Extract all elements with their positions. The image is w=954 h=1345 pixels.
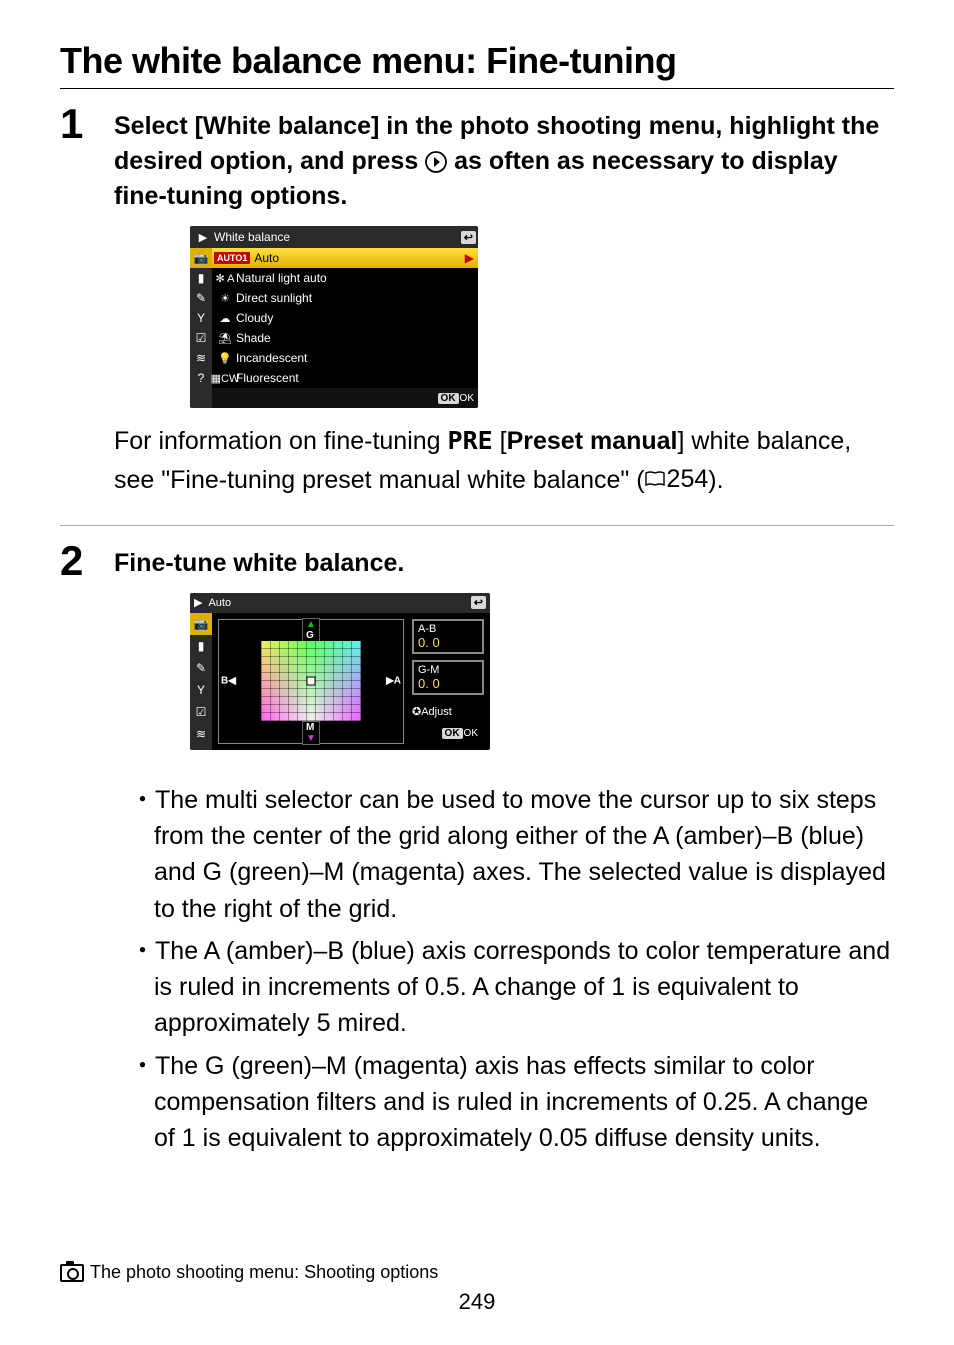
wb-item-icon: ⛱ [214, 332, 236, 345]
wb-menu-item[interactable]: 💡Incandescent [212, 348, 478, 368]
page-ref-number: 254 [667, 461, 709, 499]
step-1: 1 Select [White balance] in the photo sh… [60, 103, 894, 509]
wb-item-label: Cloudy [236, 311, 476, 325]
wb-menu-item[interactable]: ▦CWFluorescent [212, 368, 478, 388]
grid-cursor[interactable] [307, 677, 316, 686]
step-2-bullets: The multi selector can be used to move t… [60, 782, 894, 1157]
ft-grid-panel[interactable]: ▲G B◀ ▶A M▼ [218, 619, 404, 744]
step-1-heading: Select [White balance] in the photo shoo… [114, 109, 894, 214]
gm-value: 0. 0 [418, 676, 478, 691]
ab-value-box: A-B 0. 0 [412, 619, 484, 654]
wb-menu-footer: OKOK [212, 388, 478, 408]
page-number: 249 [60, 1289, 894, 1315]
bullet-item: The G (green)–M (magenta) axis has effec… [136, 1048, 894, 1157]
wb-item-icon: ▦CW [214, 372, 236, 385]
page-title: The white balance menu: Fine-tuning [60, 40, 894, 82]
menu-side-strip: 📷 ▮ ✎ Y ☑ ≋ ? [190, 248, 212, 408]
side-icon: ≋ [190, 348, 212, 368]
axis-m-label: M▼ [302, 721, 320, 745]
adjust-hint: ✪Adjust [412, 705, 484, 718]
side-icon: ✎ [190, 288, 212, 308]
wb-item-icon: ☁ [214, 312, 236, 325]
chevron-right-icon: ▶ [465, 251, 474, 265]
axis-a-label: ▶A [386, 676, 401, 687]
step-2: 2 Fine-tune white balance. ▶ Auto ↩ 📷 ▮ … [60, 540, 894, 766]
side-icon: 📷 [190, 248, 212, 268]
footer-text: The photo shooting menu: Shooting option… [90, 1262, 438, 1283]
wb-item-icon: ☀ [214, 292, 236, 305]
wb-menu-header: ▶ White balance ↩ [190, 226, 478, 248]
play-icon: ▶ [192, 231, 214, 244]
wb-menu-item[interactable]: ⛱Shade [212, 328, 478, 348]
auto1-badge: AUTO1 [214, 252, 250, 264]
wb-item-label: Shade [236, 331, 476, 345]
page-footer: The photo shooting menu: Shooting option… [60, 1262, 894, 1315]
wb-auto-label: Auto [254, 251, 464, 265]
step-2-heading: Fine-tune white balance. [114, 546, 894, 581]
wb-item-icon: 💡 [214, 352, 236, 365]
step-separator [60, 525, 894, 526]
gm-value-box: G-M 0. 0 [412, 660, 484, 695]
info-pre: For information on fine-tuning [114, 427, 448, 455]
side-icon: 📷 [190, 613, 212, 635]
side-icon: ▮ [190, 268, 212, 288]
book-icon [645, 471, 665, 487]
ok-badge-icon: OK [438, 393, 459, 404]
preset-manual-label: Preset manual [507, 427, 678, 455]
wb-item-label: Incandescent [236, 351, 476, 365]
wb-item-label: Direct sunlight [236, 291, 476, 305]
ft-values: A-B 0. 0 G-M 0. 0 ✪Adjust OKOK [412, 619, 484, 744]
ab-label: A-B [418, 623, 478, 635]
fine-tune-screenshot: ▶ Auto ↩ 📷 ▮ ✎ Y ☑ ≋ ▲G [190, 593, 490, 750]
axis-g-label: ▲G [302, 618, 320, 642]
gm-label: G-M [418, 664, 478, 676]
ft-header: ▶ Auto ↩ [190, 593, 490, 613]
ok-badge-icon: OK [442, 728, 463, 739]
axis-b-label: B◀ [221, 676, 236, 687]
pre-label: PRE [448, 426, 493, 455]
side-icon: Y [190, 679, 212, 701]
side-icon: ☑ [190, 328, 212, 348]
info-post2: ). [708, 465, 723, 493]
play-icon: ▶ [194, 596, 202, 609]
return-icon: ↩ [461, 231, 476, 244]
title-rule [60, 88, 894, 89]
wb-menu-item[interactable]: ✻ ANatural light auto [212, 268, 478, 288]
step-1-info: For information on fine-tuning PRE [Pres… [114, 422, 894, 499]
wb-item-icon: ✻ A [214, 272, 236, 285]
ok-suffix: OK [464, 728, 478, 739]
bullet-item: The A (amber)–B (blue) axis corresponds … [136, 933, 894, 1042]
wb-menu-item-auto[interactable]: AUTO1 Auto ▶ [212, 248, 478, 268]
wb-menu-screenshot: ▶ White balance ↩ 📷 ▮ ✎ Y ☑ ≋ ? [190, 226, 478, 408]
side-icon: ≋ [190, 723, 212, 745]
footer-breadcrumb: The photo shooting menu: Shooting option… [60, 1262, 894, 1283]
step-1-number: 1 [60, 103, 114, 145]
ft-title: Auto [208, 597, 231, 609]
ft-side-strip: 📷 ▮ ✎ Y ☑ ≋ [190, 613, 212, 750]
info-mid: [ [493, 427, 507, 455]
wb-menu-title: White balance [214, 230, 461, 244]
side-icon: ☑ [190, 701, 212, 723]
page-ref: 254 [645, 461, 709, 499]
wb-item-label: Natural light auto [236, 271, 476, 285]
side-icon: ? [190, 368, 212, 388]
wb-menu-item[interactable]: ☀Direct sunlight [212, 288, 478, 308]
ft-footer: OKOK [412, 724, 484, 744]
side-icon: ▮ [190, 635, 212, 657]
step-2-number: 2 [60, 540, 114, 582]
wb-menu-item[interactable]: ☁Cloudy [212, 308, 478, 328]
ok-suffix: OK [460, 393, 474, 404]
camera-icon [60, 1264, 84, 1282]
side-icon: ✎ [190, 657, 212, 679]
return-icon: ↩ [471, 596, 486, 609]
side-icon: Y [190, 308, 212, 328]
wb-item-label: Fluorescent [236, 371, 476, 385]
ab-value: 0. 0 [418, 635, 478, 650]
bullet-item: The multi selector can be used to move t… [136, 782, 894, 927]
multiselector-right-icon [425, 151, 447, 173]
color-grid[interactable] [261, 641, 361, 721]
